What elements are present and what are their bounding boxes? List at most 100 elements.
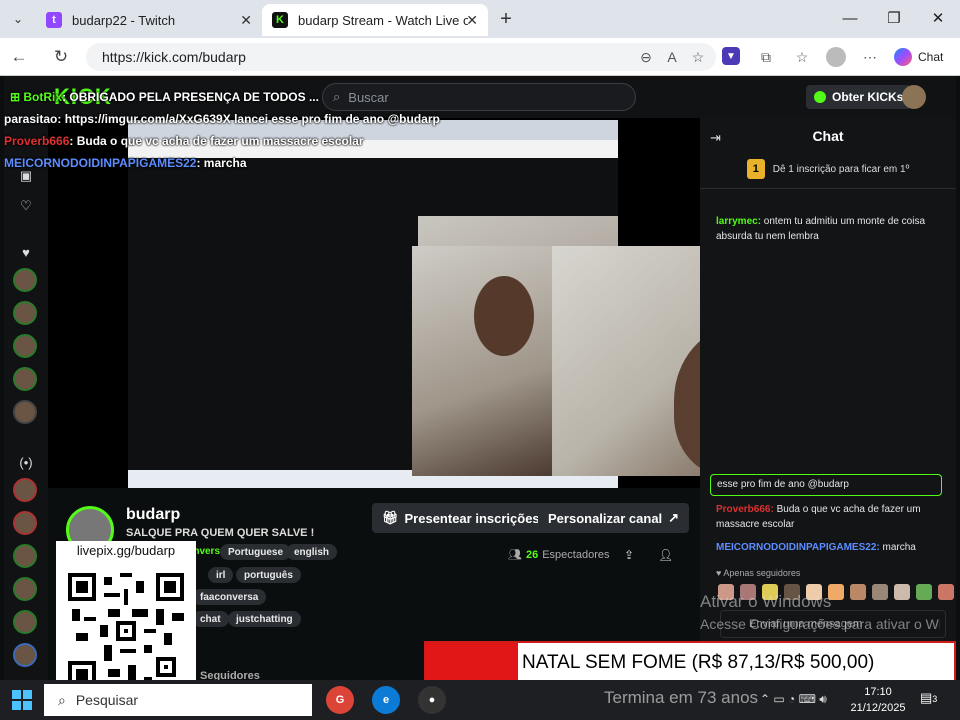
chrome-icon[interactable]: G	[326, 686, 354, 714]
extension-icon[interactable]: ▼	[722, 47, 740, 65]
zoom-icon[interactable]: ⊖	[636, 47, 656, 67]
tag-pill[interactable]: irl	[208, 567, 234, 583]
chat-username[interactable]: Proverb666:	[716, 504, 774, 515]
back-button[interactable]: ←	[8, 46, 30, 68]
search-input[interactable]: ⌕ Buscar	[322, 83, 636, 111]
get-kicks-button[interactable]: Obter KICKs	[806, 85, 912, 109]
notifications-icon[interactable]: ▤3	[920, 690, 937, 706]
stream-title: SALQUE PRA QUEM QUER SALVE !	[126, 527, 315, 539]
termina-overlay: Termina em 73 anos	[604, 688, 759, 707]
tab-twitch[interactable]: t budarp22 - Twitch ✕	[36, 4, 262, 36]
windows-taskbar: ⌕ Pesquisar G e ● ⌃ ▭ ◔ ⌨ 🔊︎ 17:10 21/12…	[0, 680, 960, 720]
favorites-icon[interactable]: ☆	[792, 47, 812, 67]
recommended-channel-avatar[interactable]	[13, 643, 37, 667]
tag-pill[interactable]: português	[236, 567, 301, 583]
tag-pill[interactable]: Portuguese	[220, 544, 292, 560]
more-menu-icon[interactable]: ⋯	[860, 47, 880, 67]
overlay-chat-line: Proverb666: Buda o que vc acha de fazer …	[4, 134, 364, 148]
recommended-channel-avatar[interactable]	[13, 478, 37, 502]
user-avatar[interactable]	[902, 85, 926, 109]
profile-icon[interactable]	[826, 47, 846, 67]
system-tray[interactable]: ⌃ ▭ ◔ ⌨ 🔊︎	[760, 692, 827, 707]
emote[interactable]	[850, 584, 866, 600]
browser-toolbar: ← ↻ https://kick.com/budarp ⊖ A ☆ ▼ ⧉ ☆ …	[0, 38, 960, 76]
address-bar[interactable]: https://kick.com/budarp	[86, 43, 716, 71]
tab-title: budarp Stream - Watch Live on Kick	[298, 12, 468, 28]
chat-text: esse pro fim de ano @budarp	[717, 479, 849, 490]
tab-list-button[interactable]: ⌄	[6, 8, 30, 30]
favorite-star-icon[interactable]: ☆	[688, 47, 708, 67]
copilot-icon	[894, 48, 912, 66]
tag-pill[interactable]: justchatting	[228, 611, 301, 627]
chat-message: MEICORNODOIDINPAPIGAMES22: marcha	[716, 540, 942, 555]
emote[interactable]	[938, 584, 954, 600]
tag-pill[interactable]: english	[286, 544, 338, 560]
webcam-frame-secondary	[412, 246, 554, 476]
followers-only-notice: ♥ Apenas seguidores	[716, 568, 800, 578]
followed-channel-avatar[interactable]	[13, 334, 37, 358]
gift-subs-label: Presentear inscrições	[404, 510, 540, 526]
tab-kick[interactable]: K budarp Stream - Watch Live on Kick ✕	[262, 4, 488, 36]
obs-icon[interactable]: ●	[418, 686, 446, 714]
kicks-icon	[814, 91, 826, 103]
tag-pill[interactable]: chat	[192, 611, 229, 627]
emote[interactable]	[872, 584, 888, 600]
followers-label: Seguidores	[200, 670, 260, 680]
kick-icon: K	[272, 12, 288, 28]
emote[interactable]	[894, 584, 910, 600]
followed-channel-avatar[interactable]	[13, 400, 37, 424]
close-tab-icon[interactable]: ✕	[466, 12, 478, 29]
windows-watermark-text: Acesse Configurações para ativar o Windo…	[700, 616, 940, 632]
tag-pill[interactable]: faaconversa	[192, 589, 267, 605]
new-tab-button[interactable]: +	[494, 8, 518, 30]
share-icon[interactable]: ⇪	[624, 548, 634, 562]
clock[interactable]: 17:10 21/12/2025	[846, 684, 910, 716]
gift-subs-button[interactable]: 🎁︎ Presentear inscrições	[372, 503, 550, 533]
gift-icon: 🎁︎	[382, 510, 399, 525]
chat-username[interactable]: MEICORNODOIDINPAPIGAMES22:	[716, 542, 880, 553]
following-icon[interactable]: ▣	[18, 168, 34, 184]
follow-user-icon[interactable]: 👤︎	[658, 548, 673, 562]
followed-channel-avatar[interactable]	[13, 367, 37, 391]
read-aloud-icon[interactable]: A	[662, 47, 682, 67]
recommended-channel-avatar[interactable]	[13, 577, 37, 601]
emote[interactable]	[916, 584, 932, 600]
maximize-button[interactable]: ❐	[874, 6, 914, 30]
overlay-chat-line: ⊞ BotRix: OBRIGADO PELA PRESENÇA DE TODO…	[10, 90, 319, 104]
recommended-icon[interactable]: (•)	[18, 454, 34, 470]
minimize-button[interactable]: —	[830, 6, 870, 30]
close-window-button[interactable]: ✕	[918, 6, 958, 30]
twitch-icon: t	[46, 12, 62, 28]
recommended-channel-avatar[interactable]	[13, 610, 37, 634]
followed-channel-avatar[interactable]	[13, 268, 37, 292]
copilot-chat-button[interactable]: Chat	[894, 46, 943, 68]
customize-channel-button[interactable]: Personalizar canal ↗	[538, 503, 690, 533]
sub-banner[interactable]: 1 Dê 1 inscrição para ficar em 1º	[700, 150, 956, 189]
chat-title: Chat	[812, 128, 844, 144]
heart-filled-icon[interactable]: ♥	[18, 244, 34, 260]
refresh-button[interactable]: ↻	[50, 46, 72, 68]
taskbar-search-input[interactable]: ⌕ Pesquisar	[44, 684, 312, 716]
viewers-number: 26	[525, 548, 539, 561]
get-kicks-label: Obter KICKs	[832, 90, 904, 104]
streamer-name[interactable]: budarp	[126, 506, 180, 524]
edge-icon[interactable]: e	[372, 686, 400, 714]
recommended-channel-avatar[interactable]	[13, 511, 37, 535]
extensions-puzzle-icon[interactable]: ⧉	[756, 47, 776, 67]
chat-username[interactable]: larrymec:	[716, 216, 761, 227]
bot-icon: ⊞	[10, 90, 24, 104]
gift-box-icon: 1	[746, 159, 765, 179]
clock-date: 21/12/2025	[850, 702, 906, 714]
windows-start-icon[interactable]	[12, 690, 32, 710]
followed-channel-avatar[interactable]	[13, 301, 37, 325]
clock-time: 17:10	[864, 686, 892, 698]
chat-message: Proverb666: Buda o que vc acha de fazer …	[716, 502, 942, 532]
close-tab-icon[interactable]: ✕	[240, 12, 252, 29]
search-icon: ⌕	[333, 89, 341, 104]
recommended-channel-avatar[interactable]	[13, 544, 37, 568]
heart-icon[interactable]: ♡	[18, 198, 34, 214]
customize-channel-label: Personalizar canal	[548, 510, 663, 526]
tab-title: budarp22 - Twitch	[72, 12, 176, 28]
qr-code	[68, 573, 184, 689]
taskbar-search-placeholder: Pesquisar	[75, 692, 139, 708]
